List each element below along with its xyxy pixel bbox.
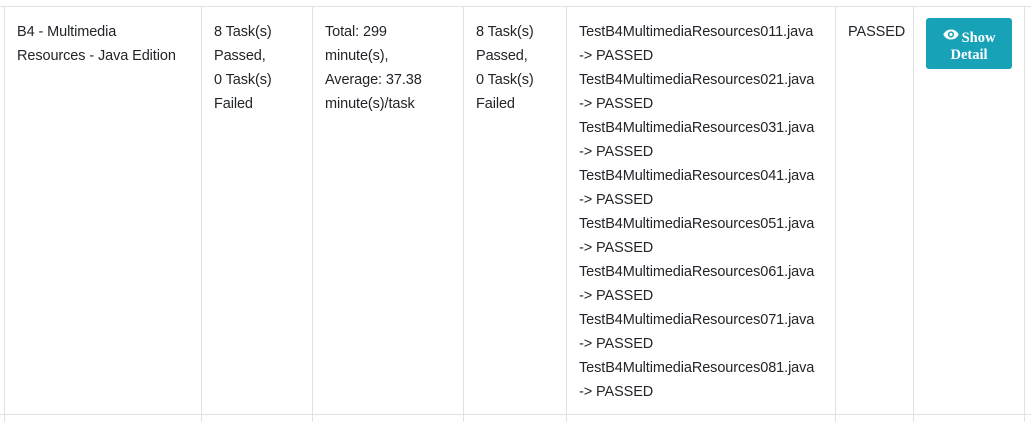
test-result: -> PASSED [579,288,654,304]
tasks-summary-2-line: Failed [476,96,515,112]
test-result: -> PASSED [579,240,654,256]
show-detail-button[interactable]: Show Detail [926,18,1012,69]
eye-icon [942,28,959,45]
test-results-cell: TestB4MultimediaResources011.java -> PAS… [579,20,829,404]
test-result: -> PASSED [579,48,654,64]
module-name-line: Resources - Java Edition [17,48,176,64]
test-file-name: TestB4MultimediaResources081.java [579,360,815,376]
test-result: -> PASSED [579,336,654,352]
test-file-name: TestB4MultimediaResources041.java [579,168,815,184]
tasks-summary-2-line: Passed, [476,48,528,64]
column-divider [566,6,567,422]
test-result: -> PASSED [579,144,654,160]
tasks-summary-line: Failed [214,96,253,112]
column-divider [913,6,914,422]
tasks-summary-2-line: 8 Task(s) [476,24,534,40]
table-row-divider [0,414,1031,415]
column-divider [201,6,202,422]
test-file-name: TestB4MultimediaResources031.java [579,120,815,136]
test-result: -> PASSED [579,96,654,112]
test-result: -> PASSED [579,192,654,208]
time-cell: Total: 299 minute(s), Average: 37.38 min… [325,20,455,116]
status-badge: PASSED [848,24,906,40]
test-file-name: TestB4MultimediaResources051.java [579,216,815,232]
column-divider [312,6,313,422]
column-divider [835,6,836,422]
test-file-name: TestB4MultimediaResources021.java [579,72,815,88]
test-file-name: TestB4MultimediaResources061.java [579,264,815,280]
time-line: Total: 299 [325,24,387,40]
column-divider [1024,6,1025,422]
test-result: -> PASSED [579,384,654,400]
status-cell: PASSED [848,20,908,44]
module-name-cell: B4 - Multimedia Resources - Java Edition [17,20,192,68]
time-line: Average: 37.38 [325,72,422,88]
tasks-summary-2-line: 0 Task(s) [476,72,534,88]
time-line: minute(s), [325,48,389,64]
module-name-line: B4 - Multimedia [17,24,117,40]
show-detail-label-line2: Detail [950,47,988,64]
column-divider [463,6,464,422]
tasks-summary-line: 0 Task(s) [214,72,272,88]
tasks-summary-cell: 8 Task(s) Passed, 0 Task(s) Failed [214,20,304,116]
tasks-summary-2-cell: 8 Task(s) Passed, 0 Task(s) Failed [476,20,556,116]
tasks-summary-line: 8 Task(s) [214,24,272,40]
time-line: minute(s)/task [325,96,415,112]
test-file-name: TestB4MultimediaResources071.java [579,312,815,328]
column-divider [4,6,5,422]
tasks-summary-line: Passed, [214,48,266,64]
test-file-name: TestB4MultimediaResources011.java [579,24,814,40]
show-detail-label-line1: Show [961,29,996,46]
table-top-border [0,6,1031,7]
